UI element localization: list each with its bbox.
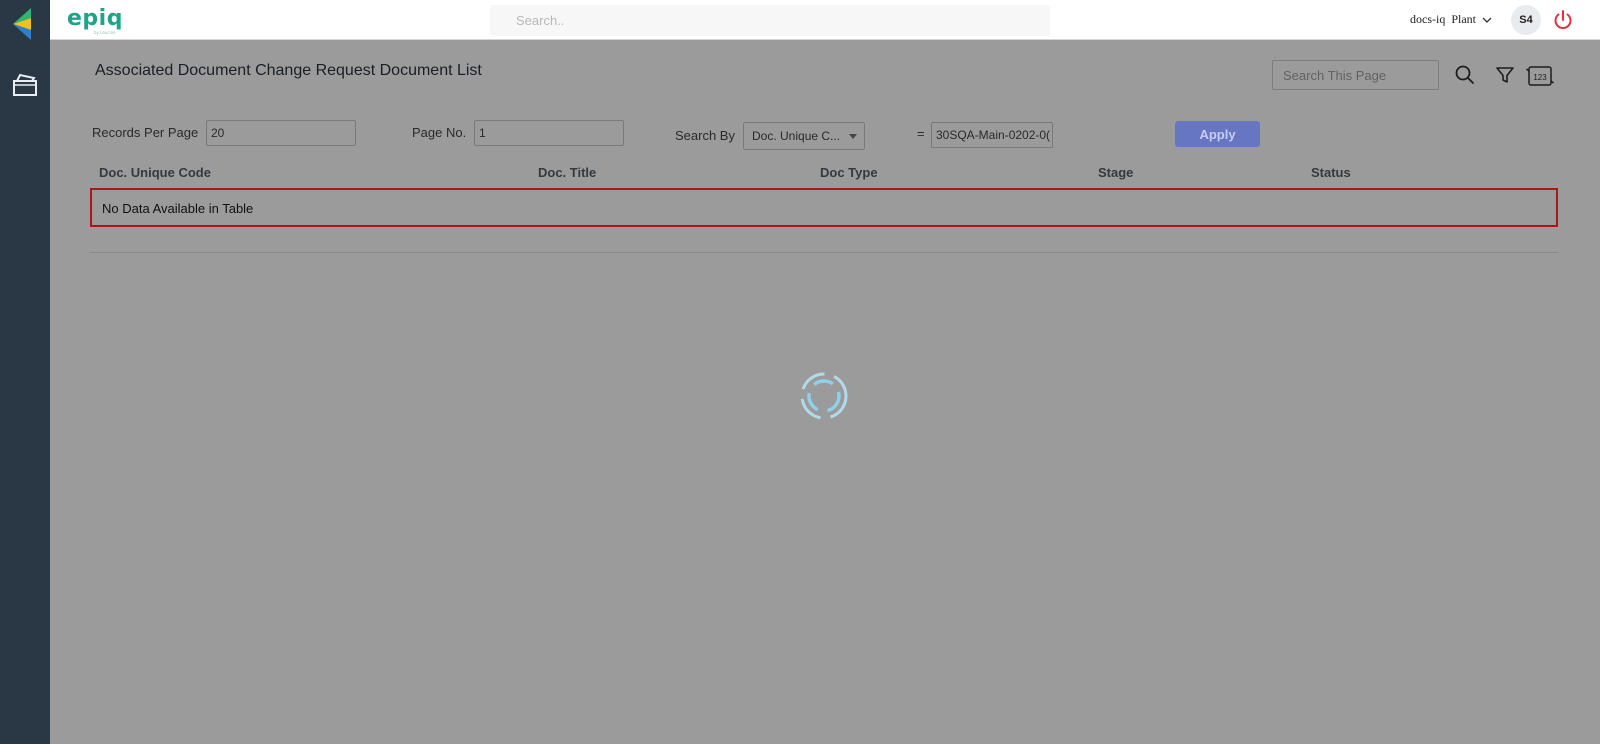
column-header-doc-unique-code[interactable]: Doc. Unique Code (99, 165, 211, 180)
site-name: Plant (1451, 12, 1476, 26)
page-title: Associated Document Change Request Docum… (95, 62, 482, 79)
search-value-input[interactable]: 30SQA-Main-0202-0( (931, 122, 1053, 148)
table-divider (90, 252, 1558, 253)
column-header-stage[interactable]: Stage (1098, 165, 1133, 180)
documents-folder-icon[interactable] (12, 73, 38, 97)
global-search-input[interactable] (490, 5, 1050, 36)
search-by-select[interactable]: Doc. Unique C... (743, 122, 865, 150)
equals-sign: = (917, 126, 925, 141)
main-content: Associated Document Change Request Docum… (50, 40, 1600, 744)
avatar[interactable]: S4 (1511, 5, 1541, 35)
loading-spinner-icon (800, 372, 848, 420)
site-switcher[interactable]: docs-iq Plant (1410, 12, 1492, 27)
column-header-status[interactable]: Status (1311, 165, 1351, 180)
top-bar: epiq by Leucine docs-iq Plant S4 (50, 0, 1600, 40)
apply-button[interactable]: Apply (1175, 121, 1260, 147)
caret-down-icon (849, 134, 857, 139)
brand-name: epiq (67, 6, 123, 31)
svg-text:123: 123 (1533, 73, 1547, 82)
column-header-doc-type[interactable]: Doc Type (820, 165, 878, 180)
column-header-doc-title[interactable]: Doc. Title (538, 165, 596, 180)
filter-icon[interactable] (1494, 64, 1516, 86)
page-no-label: Page No. (412, 125, 467, 140)
search-icon[interactable] (1454, 64, 1476, 86)
records-per-page-label: Records Per Page (92, 125, 199, 140)
chevron-down-icon (1482, 17, 1492, 23)
records-per-page-input[interactable]: 20 (206, 120, 356, 146)
power-icon[interactable] (1552, 9, 1574, 31)
avatar-initials: S4 (1519, 14, 1533, 26)
left-rail (0, 0, 50, 744)
brand-tagline: by Leucine (94, 30, 116, 35)
page-search-input[interactable] (1272, 60, 1439, 90)
search-by-value: Doc. Unique C... (752, 129, 841, 143)
brand-logo[interactable]: epiq by Leucine (67, 6, 123, 35)
empty-message: No Data Available in Table (102, 201, 254, 216)
page-numbers-icon[interactable]: 123 (1526, 62, 1554, 90)
search-by-label: Search By (675, 128, 735, 143)
user-context: docs-iq (1410, 12, 1446, 26)
epiq-logo-icon[interactable] (11, 8, 33, 40)
table-empty-row: No Data Available in Table (90, 188, 1558, 227)
page-no-input[interactable]: 1 (474, 120, 624, 146)
